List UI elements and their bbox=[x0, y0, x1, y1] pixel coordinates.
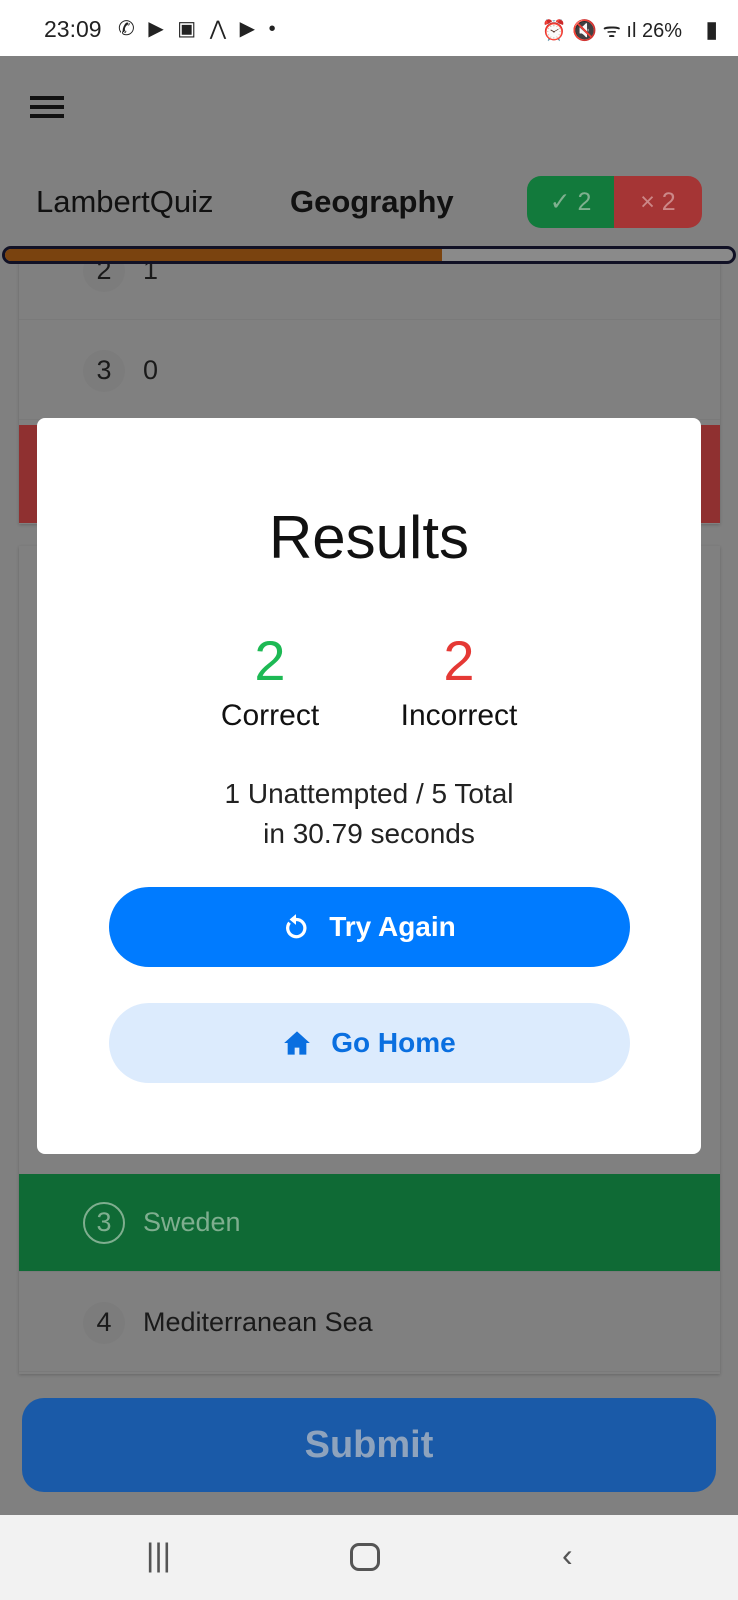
home-icon bbox=[284, 1031, 311, 1055]
correct-value: 2 bbox=[254, 629, 286, 692]
option-number: 3 bbox=[83, 349, 125, 392]
status-bar: 23:09 ✆ ▶ ▣ ⋀ ▶ • ⏰ 🔇 ᯤ ıl 26% ▮ bbox=[0, 0, 738, 56]
home-nav-icon[interactable] bbox=[350, 1543, 380, 1571]
option-text: 0 bbox=[143, 355, 159, 385]
try-again-button[interactable]: Try Again bbox=[109, 887, 630, 967]
android-nav-bar: ||| ‹ bbox=[0, 1515, 738, 1600]
quiz-progress-bar bbox=[2, 246, 736, 264]
attempt-summary: 1 Unattempted / 5 Total bbox=[224, 778, 514, 809]
category-title: Geography bbox=[290, 184, 454, 219]
go-home-button[interactable]: Go Home bbox=[109, 1003, 630, 1083]
score-badge: ✓ 2 × 2 bbox=[527, 176, 702, 228]
back-icon[interactable]: ‹ bbox=[562, 1537, 573, 1574]
option-row[interactable]: 4 Mediterranean Sea bbox=[19, 1274, 720, 1372]
system-icons: ⏰ 🔇 ᯤ ıl 26% bbox=[541, 20, 682, 42]
restart-icon bbox=[286, 914, 307, 939]
time-summary: in 30.79 seconds bbox=[263, 818, 475, 849]
try-again-label: Try Again bbox=[329, 911, 456, 942]
option-row-correct[interactable]: 3 Sweden bbox=[19, 1174, 720, 1272]
option-number: 4 bbox=[83, 1301, 125, 1344]
clock: 23:09 bbox=[44, 16, 102, 42]
battery-icon: ▮ bbox=[705, 16, 718, 42]
app-title: LambertQuiz bbox=[36, 184, 214, 219]
correct-label: Correct bbox=[220, 699, 320, 732]
notification-icons: ✆ ▶ ▣ ⋀ ▶ • bbox=[118, 18, 280, 40]
submit-button[interactable]: Submit bbox=[22, 1398, 716, 1492]
hamburger-menu-icon[interactable] bbox=[30, 96, 64, 118]
correct-count: ✓ 2 bbox=[527, 176, 614, 228]
incorrect-label: Incorrect bbox=[400, 699, 518, 732]
recent-apps-icon[interactable]: ||| bbox=[146, 1537, 171, 1574]
results-title: Results bbox=[268, 504, 470, 571]
option-text: Mediterranean Sea bbox=[143, 1307, 373, 1337]
incorrect-value: 2 bbox=[443, 629, 475, 692]
option-text: Sweden bbox=[143, 1207, 241, 1237]
incorrect-count: × 2 bbox=[614, 176, 702, 228]
progress-fill bbox=[5, 249, 442, 261]
option-row[interactable]: 30 bbox=[19, 322, 720, 420]
option-row[interactable]: 21 bbox=[19, 222, 720, 320]
go-home-label: Go Home bbox=[331, 1027, 456, 1058]
option-number: 3 bbox=[83, 1201, 125, 1244]
results-summary: 1 Unattempted / 5 Total in 30.79 seconds bbox=[37, 774, 701, 854]
incorrect-stat: 2 Incorrect bbox=[359, 628, 559, 733]
results-modal: Results 2 Correct 2 Incorrect 1 Unattemp… bbox=[37, 418, 701, 1154]
battery-percent: 26% bbox=[641, 20, 682, 42]
correct-stat: 2 Correct bbox=[170, 628, 370, 733]
